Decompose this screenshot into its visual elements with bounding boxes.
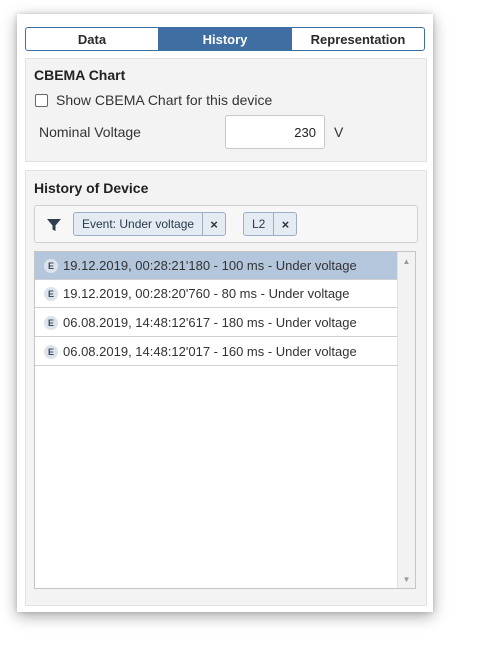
event-badge-icon: E [44, 286, 58, 301]
cbema-checkbox[interactable] [35, 93, 48, 107]
history-row-text: 19.12.2019, 00:28:21'180 - 100 ms - Unde… [63, 258, 357, 273]
history-row-text: 19.12.2019, 00:28:20'760 - 80 ms - Under… [63, 286, 350, 301]
history-section: History of Device Event: Under voltage ×… [25, 170, 427, 606]
filter-chip-label: Event: Under voltage [82, 217, 195, 231]
cbema-title: CBEMA Chart [34, 67, 126, 83]
event-badge-icon: E [44, 315, 58, 330]
tab-bar: Data History Representation [25, 27, 425, 51]
event-badge-icon: E [44, 258, 58, 273]
funnel-icon[interactable] [46, 217, 62, 233]
history-list: E 19.12.2019, 00:28:21'180 - 100 ms - Un… [34, 251, 416, 589]
history-row[interactable]: E 19.12.2019, 00:28:20'760 - 80 ms - Und… [35, 280, 397, 308]
nominal-voltage-label: Nominal Voltage [39, 124, 141, 140]
vertical-scrollbar[interactable]: ▲ ▼ [397, 252, 415, 588]
filter-chip-phase: L2 × [243, 212, 298, 236]
nominal-voltage-unit: V [334, 124, 344, 140]
history-title: History of Device [34, 180, 149, 196]
filter-chip-event: Event: Under voltage × [73, 212, 227, 236]
tab-data[interactable]: Data [26, 28, 159, 50]
history-row-text: 06.08.2019, 14:48:12'017 - 160 ms - Unde… [63, 344, 357, 359]
cbema-checkbox-row[interactable]: Show CBEMA Chart for this device [35, 92, 272, 108]
history-row[interactable]: E 06.08.2019, 14:48:12'017 - 160 ms - Un… [35, 338, 397, 366]
history-row[interactable]: E 19.12.2019, 00:28:21'180 - 100 ms - Un… [35, 252, 397, 280]
tab-representation[interactable]: Representation [292, 28, 424, 50]
cbema-section: CBEMA Chart Show CBEMA Chart for this de… [25, 58, 427, 162]
device-panel: Data History Representation CBEMA Chart … [17, 14, 433, 612]
filter-bar: Event: Under voltage × L2 × [34, 205, 418, 243]
scroll-down-icon[interactable]: ▼ [398, 572, 415, 586]
remove-filter-icon[interactable]: × [273, 213, 296, 235]
nominal-voltage-input[interactable] [225, 115, 325, 149]
cbema-checkbox-label: Show CBEMA Chart for this device [56, 92, 273, 108]
scroll-up-icon[interactable]: ▲ [398, 254, 415, 268]
event-badge-icon: E [44, 344, 58, 359]
tab-history[interactable]: History [159, 28, 292, 50]
remove-filter-icon[interactable]: × [202, 213, 225, 235]
history-row-text: 06.08.2019, 14:48:12'617 - 180 ms - Unde… [63, 315, 357, 330]
filter-chip-label: L2 [252, 217, 266, 231]
history-row[interactable]: E 06.08.2019, 14:48:12'617 - 180 ms - Un… [35, 309, 397, 337]
